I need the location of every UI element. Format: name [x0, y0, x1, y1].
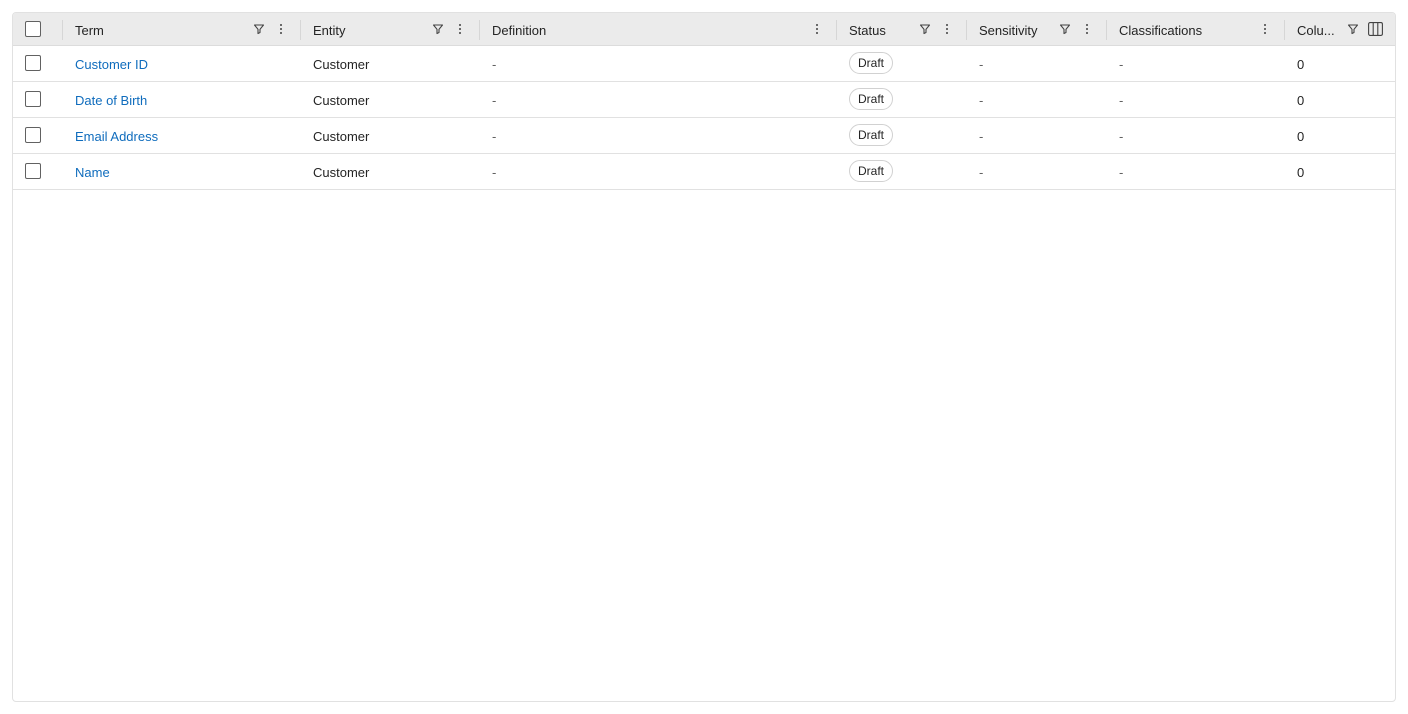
- more-vertical-icon[interactable]: [810, 21, 824, 37]
- more-vertical-icon[interactable]: [1080, 21, 1094, 37]
- sensitivity-cell: -: [979, 129, 984, 144]
- column-separator[interactable]: [966, 20, 967, 40]
- sensitivity-cell: -: [979, 165, 984, 180]
- definition-cell: -: [492, 93, 497, 108]
- table-row[interactable]: Customer ID Customer - Draft - - 0: [13, 46, 1395, 82]
- sensitivity-cell: -: [979, 57, 984, 72]
- column-separator[interactable]: [62, 20, 63, 40]
- columns-count-cell: 0: [1297, 165, 1305, 180]
- column-header-definition[interactable]: Definition: [492, 13, 812, 46]
- columns-count-cell: 0: [1297, 93, 1305, 108]
- filter-icon[interactable]: [1346, 21, 1360, 37]
- definition-cell: -: [492, 165, 497, 180]
- column-header-label: Definition: [492, 23, 547, 38]
- term-link[interactable]: Name: [75, 165, 110, 180]
- status-badge: Draft: [849, 88, 894, 110]
- select-all-checkbox[interactable]: [25, 21, 41, 37]
- column-header-label: Status: [849, 23, 886, 38]
- row-checkbox[interactable]: [25, 55, 41, 71]
- glossary-terms-grid: Term Entity Definition Status Sensitivit…: [12, 12, 1396, 702]
- row-checkbox[interactable]: [25, 163, 41, 179]
- column-header-classifications[interactable]: Classifications: [1119, 13, 1259, 46]
- column-header-status[interactable]: Status: [849, 13, 949, 46]
- column-separator[interactable]: [1284, 20, 1285, 40]
- column-header-columns[interactable]: Colu...: [1297, 13, 1347, 46]
- term-link[interactable]: Customer ID: [75, 57, 148, 72]
- filter-icon[interactable]: [252, 21, 266, 37]
- more-vertical-icon[interactable]: [940, 21, 954, 37]
- status-badge: Draft: [849, 124, 894, 146]
- filter-icon[interactable]: [431, 21, 445, 37]
- more-vertical-icon[interactable]: [1258, 21, 1272, 37]
- more-vertical-icon[interactable]: [453, 21, 467, 37]
- entity-cell: Customer: [313, 165, 370, 180]
- classifications-cell: -: [1119, 57, 1124, 72]
- term-link[interactable]: Email Address: [75, 129, 158, 144]
- column-header-label: Classifications: [1119, 23, 1203, 38]
- classifications-cell: -: [1119, 165, 1124, 180]
- filter-icon[interactable]: [918, 21, 932, 37]
- table-row[interactable]: Name Customer - Draft - - 0: [13, 154, 1395, 190]
- column-separator[interactable]: [300, 20, 301, 40]
- column-header-label: Sensitivity: [979, 23, 1038, 38]
- columns-count-cell: 0: [1297, 129, 1305, 144]
- entity-cell: Customer: [313, 93, 370, 108]
- column-header-entity[interactable]: Entity: [313, 13, 473, 46]
- status-badge: Draft: [849, 52, 894, 74]
- definition-cell: -: [492, 57, 497, 72]
- filter-icon[interactable]: [1058, 21, 1072, 37]
- row-checkbox[interactable]: [25, 127, 41, 143]
- more-vertical-icon[interactable]: [274, 21, 288, 37]
- classifications-cell: -: [1119, 93, 1124, 108]
- table-row[interactable]: Email Address Customer - Draft - - 0: [13, 118, 1395, 154]
- classifications-cell: -: [1119, 129, 1124, 144]
- column-chooser-icon[interactable]: [1367, 21, 1383, 37]
- definition-cell: -: [492, 129, 497, 144]
- status-badge: Draft: [849, 160, 894, 182]
- columns-count-cell: 0: [1297, 57, 1305, 72]
- entity-cell: Customer: [313, 129, 370, 144]
- sensitivity-cell: -: [979, 93, 984, 108]
- column-separator[interactable]: [479, 20, 480, 40]
- column-header-label: Entity: [313, 23, 346, 38]
- column-separator[interactable]: [1106, 20, 1107, 40]
- grid-header: Term Entity Definition Status Sensitivit…: [13, 13, 1395, 46]
- term-link[interactable]: Date of Birth: [75, 93, 147, 108]
- row-checkbox[interactable]: [25, 91, 41, 107]
- column-separator[interactable]: [836, 20, 837, 40]
- column-header-label: Colu...: [1297, 23, 1335, 38]
- column-header-label: Term: [75, 23, 104, 38]
- table-row[interactable]: Date of Birth Customer - Draft - - 0: [13, 82, 1395, 118]
- entity-cell: Customer: [313, 57, 370, 72]
